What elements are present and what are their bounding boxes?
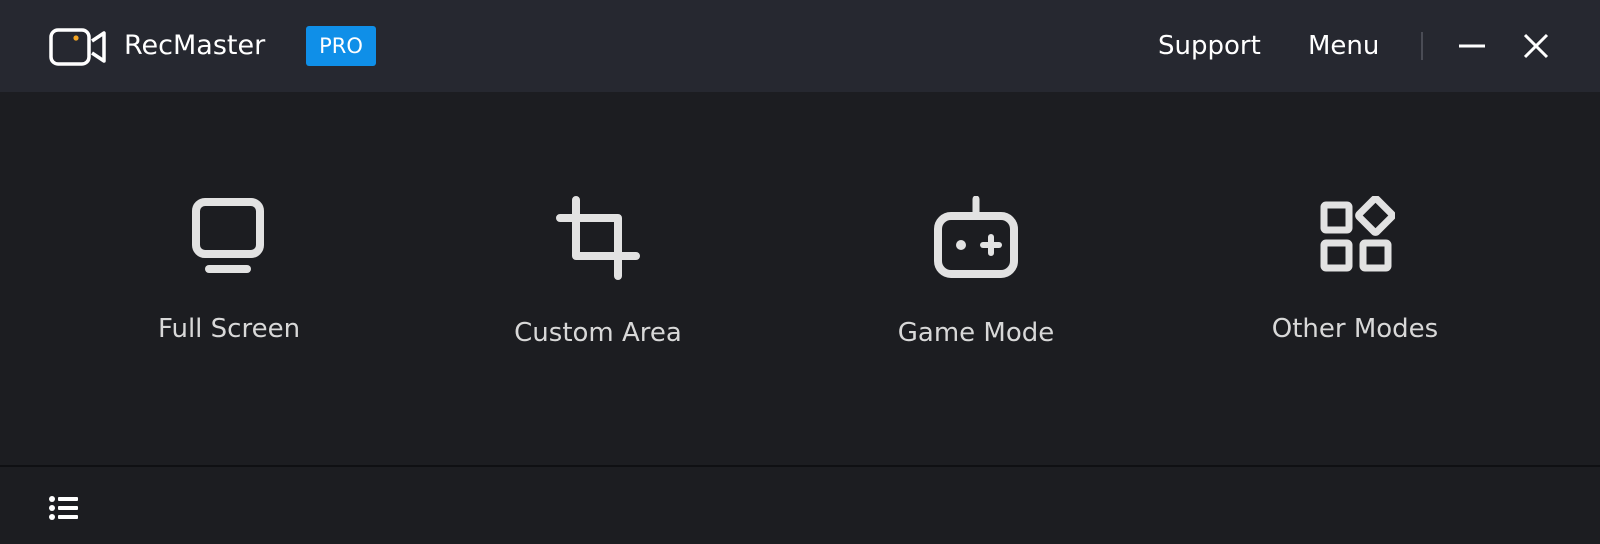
other-modes-button[interactable]: Other Modes	[1205, 196, 1505, 376]
gamepad-icon	[934, 196, 1018, 278]
mode-label-other-modes: Other Modes	[1271, 314, 1439, 344]
titlebar-divider	[1421, 32, 1423, 60]
camera-icon	[49, 28, 106, 66]
mode-panel: Full Screen Custom Area Game Mode Other …	[0, 92, 1600, 465]
pro-badge: PRO	[306, 26, 376, 66]
grid-icon	[1320, 196, 1395, 272]
game-mode-button[interactable]: Game Mode	[826, 196, 1126, 376]
full-screen-mode-button[interactable]: Full Screen	[79, 196, 379, 376]
mode-label-full-screen: Full Screen	[157, 314, 301, 344]
minimize-button[interactable]	[1452, 26, 1492, 66]
title-bar: RecMaster PRO Support Menu	[0, 0, 1600, 92]
menu-link[interactable]: Menu	[1308, 26, 1379, 66]
mode-label-game-mode: Game Mode	[897, 318, 1055, 348]
close-button[interactable]	[1516, 26, 1556, 66]
close-icon	[1523, 33, 1549, 59]
support-link[interactable]: Support	[1158, 26, 1261, 66]
monitor-icon	[192, 198, 264, 273]
list-icon	[49, 496, 78, 520]
crop-icon	[556, 196, 640, 280]
minimize-icon	[1459, 44, 1485, 48]
mode-label-custom-area: Custom Area	[514, 318, 682, 348]
custom-area-mode-button[interactable]: Custom Area	[448, 196, 748, 376]
recording-list-button[interactable]	[48, 493, 82, 523]
app-title: RecMaster	[124, 30, 266, 61]
footer-bar	[0, 467, 1600, 544]
